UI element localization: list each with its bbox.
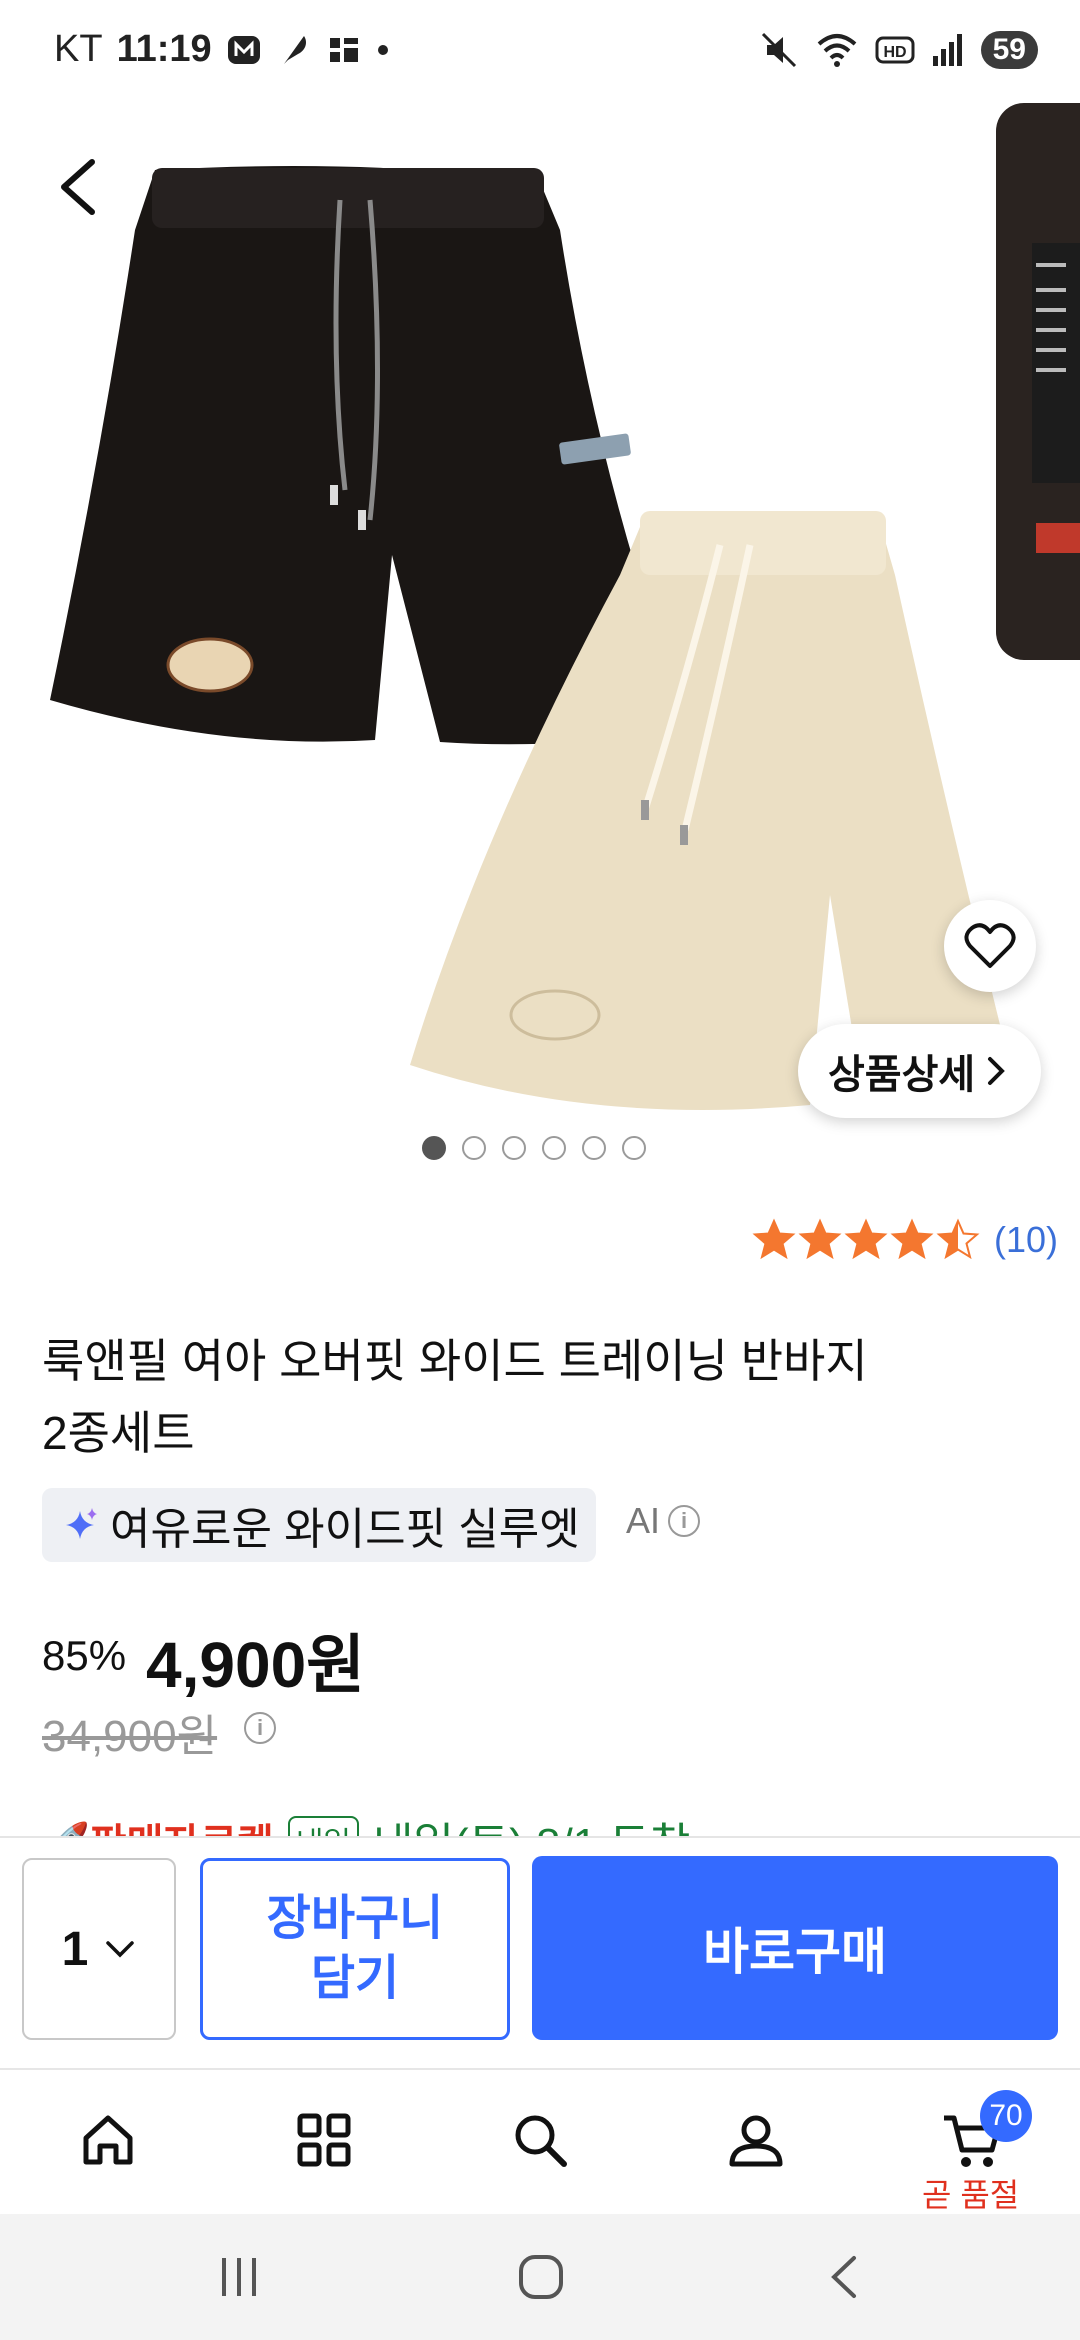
product-detail-label: 상품상세 bbox=[828, 1053, 976, 1097]
ai-label[interactable]: AI i bbox=[626, 1500, 701, 1542]
naver-app-icon bbox=[227, 35, 260, 64]
pagination-dot[interactable] bbox=[462, 1136, 486, 1160]
rating-stars bbox=[752, 1218, 980, 1262]
wifi-icon bbox=[817, 34, 856, 67]
nav-search[interactable] bbox=[500, 2100, 580, 2180]
cart-soldout-label: 곧 품절 bbox=[922, 2177, 1020, 2213]
sparkle-icon bbox=[66, 1508, 97, 1539]
recent-apps-icon[interactable] bbox=[214, 2254, 264, 2300]
rating-row[interactable]: (10) bbox=[752, 1218, 1058, 1262]
star-icon bbox=[752, 1218, 796, 1260]
discount-rate: 85% bbox=[42, 1632, 127, 1679]
battery-indicator: 59 bbox=[980, 31, 1038, 69]
system-navigation-bar bbox=[0, 2214, 1080, 2340]
heart-icon bbox=[964, 923, 1016, 968]
signal-icon bbox=[932, 34, 962, 66]
svg-text:HD: HD bbox=[883, 44, 906, 61]
quantity-value: 1 bbox=[61, 1922, 89, 1976]
seller-rocket-badge: 🚀판매자로켓 bbox=[40, 1811, 274, 1836]
chevron-down-icon bbox=[106, 1941, 135, 1958]
original-price: 34,900원 bbox=[42, 1712, 218, 1761]
home-icon bbox=[83, 2115, 133, 2165]
image-pagination bbox=[422, 1136, 646, 1160]
delivery-row: 🚀판매자로켓 내일 내일(토) 8/1 도착 bbox=[40, 1800, 1080, 1836]
quantity-selector[interactable]: 1 bbox=[22, 1858, 176, 2040]
search-icon bbox=[515, 2115, 567, 2167]
star-icon bbox=[798, 1218, 842, 1260]
person-icon bbox=[729, 2115, 783, 2167]
product-detail-button[interactable]: 상품상세 bbox=[798, 1024, 1042, 1118]
ai-summary-text: 여유로운 와이드핏 실루엣 bbox=[110, 1505, 580, 1554]
product-title: 룩앤필 여아 오버핏 와이드 트레이닝 반바지 2종세트 bbox=[42, 1325, 1002, 1469]
star-icon bbox=[936, 1218, 980, 1260]
star-icon bbox=[844, 1218, 888, 1260]
buy-now-button[interactable]: 바로구매 bbox=[532, 1856, 1058, 2040]
product-title-line2: 2종세트 bbox=[42, 1407, 195, 1459]
nav-categories[interactable] bbox=[284, 2100, 364, 2180]
cart-count-badge: 70 bbox=[980, 2090, 1032, 2142]
info-icon: i bbox=[668, 1505, 701, 1537]
pagination-dot[interactable] bbox=[542, 1136, 566, 1160]
clock: 11:19 bbox=[116, 28, 212, 70]
status-left: KT 11:19 bbox=[54, 28, 390, 71]
mute-icon bbox=[761, 32, 796, 68]
hd-icon: HD bbox=[875, 36, 915, 64]
status-right: HD 59 bbox=[759, 30, 1038, 70]
review-count[interactable]: (10) bbox=[994, 1219, 1058, 1261]
star-icon bbox=[890, 1218, 934, 1260]
delivery-badge: 내일 bbox=[287, 1816, 360, 1836]
pagination-dot[interactable] bbox=[582, 1136, 606, 1160]
pagination-dot[interactable] bbox=[622, 1136, 646, 1160]
sale-price: 4,900원 bbox=[146, 1629, 366, 1701]
home-system-icon[interactable] bbox=[516, 2254, 566, 2300]
ai-label-text: AI bbox=[626, 1500, 661, 1541]
app-grid-icon bbox=[329, 37, 358, 62]
add-to-cart-label: 장바구니 담기 bbox=[266, 1892, 444, 2005]
pagination-dot[interactable] bbox=[422, 1136, 446, 1160]
notification-dot-icon bbox=[377, 44, 388, 55]
chevron-right-icon bbox=[988, 1057, 1006, 1085]
carrier-label: KT bbox=[54, 28, 103, 70]
nav-my-account[interactable] bbox=[716, 2100, 796, 2180]
product-title-line1: 룩앤필 여아 오버핏 와이드 트레이닝 반바지 bbox=[42, 1335, 868, 1387]
back-arrow-icon[interactable] bbox=[48, 150, 108, 224]
buy-now-label: 바로구매 bbox=[703, 1924, 887, 1980]
nav-home[interactable] bbox=[68, 2100, 148, 2180]
add-to-cart-button[interactable]: 장바구니 담기 bbox=[200, 1858, 510, 2040]
pagination-dot[interactable] bbox=[502, 1136, 526, 1160]
category-grid-icon bbox=[297, 2113, 351, 2167]
back-system-icon[interactable] bbox=[820, 2254, 870, 2300]
ai-summary-chip[interactable]: 여유로운 와이드핏 실루엣 bbox=[42, 1488, 596, 1562]
price-info-icon[interactable]: i bbox=[244, 1712, 276, 1744]
feather-icon bbox=[283, 35, 306, 64]
delivery-date: 내일(토) 8/1 도착 bbox=[373, 1808, 690, 1836]
status-bar: KT 11:19 HD 59 bbox=[0, 0, 1080, 110]
wishlist-button[interactable] bbox=[944, 900, 1036, 992]
